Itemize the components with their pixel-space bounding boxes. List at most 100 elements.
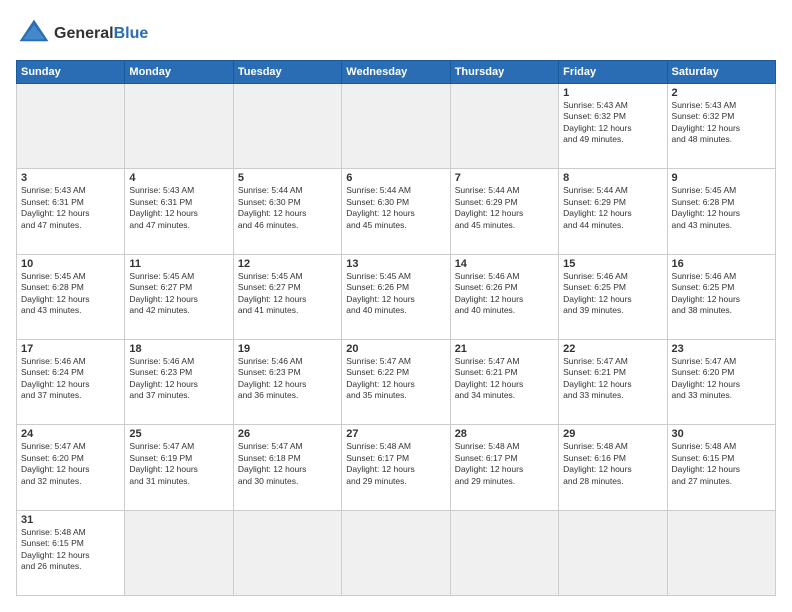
calendar-cell — [667, 510, 775, 595]
day-number: 11 — [129, 258, 228, 270]
logo-text: GeneralBlue — [54, 25, 148, 43]
day-number: 7 — [455, 172, 554, 184]
day-number: 26 — [238, 428, 337, 440]
day-info: Sunrise: 5:48 AM Sunset: 6:17 PM Dayligh… — [346, 441, 445, 487]
calendar-cell: 7Sunrise: 5:44 AM Sunset: 6:29 PM Daylig… — [450, 169, 558, 254]
calendar-cell — [450, 510, 558, 595]
header: GeneralBlue — [16, 16, 776, 52]
day-number: 29 — [563, 428, 662, 440]
day-number: 5 — [238, 172, 337, 184]
day-info: Sunrise: 5:48 AM Sunset: 6:16 PM Dayligh… — [563, 441, 662, 487]
day-number: 2 — [672, 87, 771, 99]
calendar-cell: 10Sunrise: 5:45 AM Sunset: 6:28 PM Dayli… — [17, 254, 125, 339]
calendar-cell: 27Sunrise: 5:48 AM Sunset: 6:17 PM Dayli… — [342, 425, 450, 510]
day-info: Sunrise: 5:48 AM Sunset: 6:15 PM Dayligh… — [21, 527, 120, 573]
calendar-cell: 13Sunrise: 5:45 AM Sunset: 6:26 PM Dayli… — [342, 254, 450, 339]
day-info: Sunrise: 5:45 AM Sunset: 6:27 PM Dayligh… — [238, 271, 337, 317]
day-number: 18 — [129, 343, 228, 355]
day-number: 12 — [238, 258, 337, 270]
week-row-2: 10Sunrise: 5:45 AM Sunset: 6:28 PM Dayli… — [17, 254, 776, 339]
day-info: Sunrise: 5:47 AM Sunset: 6:20 PM Dayligh… — [21, 441, 120, 487]
day-info: Sunrise: 5:47 AM Sunset: 6:20 PM Dayligh… — [672, 356, 771, 402]
day-number: 10 — [21, 258, 120, 270]
calendar-cell — [450, 84, 558, 169]
week-row-5: 31Sunrise: 5:48 AM Sunset: 6:15 PM Dayli… — [17, 510, 776, 595]
calendar-cell: 26Sunrise: 5:47 AM Sunset: 6:18 PM Dayli… — [233, 425, 341, 510]
day-number: 9 — [672, 172, 771, 184]
calendar-cell: 8Sunrise: 5:44 AM Sunset: 6:29 PM Daylig… — [559, 169, 667, 254]
calendar-cell: 28Sunrise: 5:48 AM Sunset: 6:17 PM Dayli… — [450, 425, 558, 510]
week-row-4: 24Sunrise: 5:47 AM Sunset: 6:20 PM Dayli… — [17, 425, 776, 510]
calendar-cell: 22Sunrise: 5:47 AM Sunset: 6:21 PM Dayli… — [559, 339, 667, 424]
calendar-cell: 15Sunrise: 5:46 AM Sunset: 6:25 PM Dayli… — [559, 254, 667, 339]
weekday-header-saturday: Saturday — [667, 61, 775, 84]
day-number: 1 — [563, 87, 662, 99]
day-info: Sunrise: 5:45 AM Sunset: 6:28 PM Dayligh… — [21, 271, 120, 317]
calendar-cell — [233, 84, 341, 169]
day-number: 20 — [346, 343, 445, 355]
calendar-cell: 20Sunrise: 5:47 AM Sunset: 6:22 PM Dayli… — [342, 339, 450, 424]
calendar-cell — [342, 84, 450, 169]
weekday-header-row: SundayMondayTuesdayWednesdayThursdayFrid… — [17, 61, 776, 84]
calendar-body: 1Sunrise: 5:43 AM Sunset: 6:32 PM Daylig… — [17, 84, 776, 596]
day-info: Sunrise: 5:46 AM Sunset: 6:24 PM Dayligh… — [21, 356, 120, 402]
calendar-cell: 24Sunrise: 5:47 AM Sunset: 6:20 PM Dayli… — [17, 425, 125, 510]
day-number: 30 — [672, 428, 771, 440]
day-info: Sunrise: 5:46 AM Sunset: 6:23 PM Dayligh… — [129, 356, 228, 402]
calendar-cell: 21Sunrise: 5:47 AM Sunset: 6:21 PM Dayli… — [450, 339, 558, 424]
day-number: 27 — [346, 428, 445, 440]
calendar-cell — [125, 510, 233, 595]
day-number: 14 — [455, 258, 554, 270]
day-info: Sunrise: 5:47 AM Sunset: 6:18 PM Dayligh… — [238, 441, 337, 487]
day-info: Sunrise: 5:44 AM Sunset: 6:30 PM Dayligh… — [238, 185, 337, 231]
calendar-cell: 5Sunrise: 5:44 AM Sunset: 6:30 PM Daylig… — [233, 169, 341, 254]
calendar-cell: 12Sunrise: 5:45 AM Sunset: 6:27 PM Dayli… — [233, 254, 341, 339]
calendar-cell: 4Sunrise: 5:43 AM Sunset: 6:31 PM Daylig… — [125, 169, 233, 254]
day-info: Sunrise: 5:46 AM Sunset: 6:23 PM Dayligh… — [238, 356, 337, 402]
calendar-cell: 11Sunrise: 5:45 AM Sunset: 6:27 PM Dayli… — [125, 254, 233, 339]
calendar-cell — [125, 84, 233, 169]
day-info: Sunrise: 5:44 AM Sunset: 6:30 PM Dayligh… — [346, 185, 445, 231]
calendar-header: SundayMondayTuesdayWednesdayThursdayFrid… — [17, 61, 776, 84]
day-number: 23 — [672, 343, 771, 355]
weekday-header-sunday: Sunday — [17, 61, 125, 84]
calendar-cell — [559, 510, 667, 595]
weekday-header-thursday: Thursday — [450, 61, 558, 84]
calendar-cell — [17, 84, 125, 169]
page: GeneralBlue SundayMondayTuesdayWednesday… — [0, 0, 792, 612]
day-number: 4 — [129, 172, 228, 184]
day-number: 8 — [563, 172, 662, 184]
day-info: Sunrise: 5:45 AM Sunset: 6:26 PM Dayligh… — [346, 271, 445, 317]
day-info: Sunrise: 5:47 AM Sunset: 6:22 PM Dayligh… — [346, 356, 445, 402]
day-number: 16 — [672, 258, 771, 270]
calendar-cell: 31Sunrise: 5:48 AM Sunset: 6:15 PM Dayli… — [17, 510, 125, 595]
calendar-cell: 18Sunrise: 5:46 AM Sunset: 6:23 PM Dayli… — [125, 339, 233, 424]
day-info: Sunrise: 5:48 AM Sunset: 6:17 PM Dayligh… — [455, 441, 554, 487]
calendar-cell: 6Sunrise: 5:44 AM Sunset: 6:30 PM Daylig… — [342, 169, 450, 254]
calendar-cell: 14Sunrise: 5:46 AM Sunset: 6:26 PM Dayli… — [450, 254, 558, 339]
day-info: Sunrise: 5:45 AM Sunset: 6:28 PM Dayligh… — [672, 185, 771, 231]
day-info: Sunrise: 5:47 AM Sunset: 6:19 PM Dayligh… — [129, 441, 228, 487]
weekday-header-monday: Monday — [125, 61, 233, 84]
week-row-3: 17Sunrise: 5:46 AM Sunset: 6:24 PM Dayli… — [17, 339, 776, 424]
calendar-cell: 9Sunrise: 5:45 AM Sunset: 6:28 PM Daylig… — [667, 169, 775, 254]
calendar-cell: 23Sunrise: 5:47 AM Sunset: 6:20 PM Dayli… — [667, 339, 775, 424]
day-info: Sunrise: 5:43 AM Sunset: 6:32 PM Dayligh… — [563, 100, 662, 146]
day-info: Sunrise: 5:46 AM Sunset: 6:25 PM Dayligh… — [672, 271, 771, 317]
weekday-header-friday: Friday — [559, 61, 667, 84]
weekday-header-tuesday: Tuesday — [233, 61, 341, 84]
calendar-cell: 17Sunrise: 5:46 AM Sunset: 6:24 PM Dayli… — [17, 339, 125, 424]
calendar-cell: 19Sunrise: 5:46 AM Sunset: 6:23 PM Dayli… — [233, 339, 341, 424]
day-number: 6 — [346, 172, 445, 184]
calendar-cell — [342, 510, 450, 595]
day-info: Sunrise: 5:46 AM Sunset: 6:25 PM Dayligh… — [563, 271, 662, 317]
day-number: 17 — [21, 343, 120, 355]
day-number: 22 — [563, 343, 662, 355]
day-info: Sunrise: 5:48 AM Sunset: 6:15 PM Dayligh… — [672, 441, 771, 487]
weekday-header-wednesday: Wednesday — [342, 61, 450, 84]
calendar-cell: 30Sunrise: 5:48 AM Sunset: 6:15 PM Dayli… — [667, 425, 775, 510]
calendar-cell: 16Sunrise: 5:46 AM Sunset: 6:25 PM Dayli… — [667, 254, 775, 339]
day-number: 21 — [455, 343, 554, 355]
day-number: 13 — [346, 258, 445, 270]
day-info: Sunrise: 5:43 AM Sunset: 6:32 PM Dayligh… — [672, 100, 771, 146]
